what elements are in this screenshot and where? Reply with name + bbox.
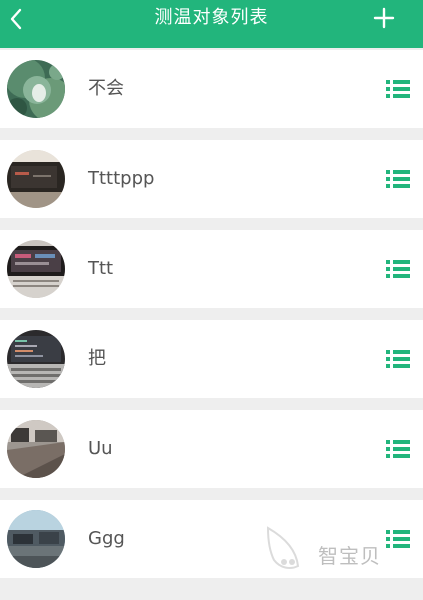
top-bar: 测温对象列表 — [0, 0, 423, 48]
list-item[interactable]: 不会 — [0, 50, 423, 128]
list-icon[interactable] — [385, 168, 411, 190]
avatar — [7, 510, 65, 568]
add-button[interactable] — [371, 5, 397, 31]
list-icon[interactable] — [385, 528, 411, 550]
lotus-leaf-photo — [7, 60, 65, 118]
list-item[interactable]: Uu — [0, 410, 423, 488]
avatar — [7, 150, 65, 208]
page-title: 测温对象列表 — [154, 7, 269, 28]
list-icon[interactable] — [385, 348, 411, 370]
list-icon[interactable] — [385, 78, 411, 100]
monitor-photo — [7, 150, 65, 208]
plus-icon — [373, 7, 395, 29]
item-name: 把 — [88, 348, 106, 369]
item-name: Uu — [88, 438, 113, 459]
item-name: Ttt — [88, 258, 114, 279]
item-name: Ggg — [88, 528, 125, 549]
item-name: 不会 — [88, 78, 124, 99]
list-icon[interactable] — [385, 438, 411, 460]
item-name: Ttttppp — [88, 168, 155, 189]
desk-photo — [7, 420, 65, 478]
list-item[interactable]: 把 — [0, 320, 423, 398]
list-item[interactable]: Ttt — [0, 230, 423, 308]
app-screen: 测温对象列表 不会 Ttttppp Ttt 把 Uu Ggg 智宝贝 — [0, 0, 423, 600]
screen-photo — [7, 240, 65, 298]
list-item[interactable]: Ggg — [0, 500, 423, 578]
avatar — [7, 240, 65, 298]
avatar — [7, 60, 65, 118]
list-icon[interactable] — [385, 258, 411, 280]
list-item[interactable]: Ttttppp — [0, 140, 423, 218]
avatar — [7, 420, 65, 478]
laptop-keyboard-photo — [7, 330, 65, 388]
office-photo — [7, 510, 65, 568]
avatar — [7, 330, 65, 388]
